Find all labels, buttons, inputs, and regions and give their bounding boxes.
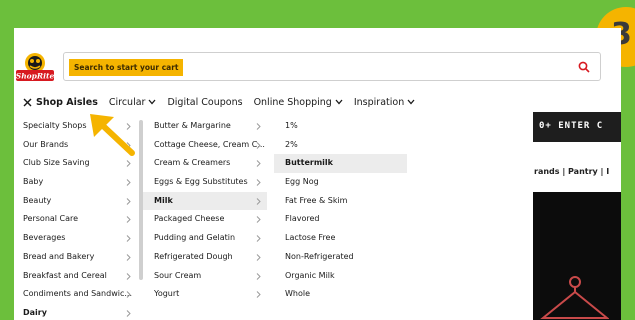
chevron-down-icon bbox=[335, 99, 343, 105]
aisle-item[interactable]: Breakfast and Cereal bbox=[14, 267, 137, 286]
milk-item[interactable]: Flavored bbox=[274, 210, 407, 229]
chevron-right-icon bbox=[126, 216, 131, 224]
dairy-label: Cream & Creamers bbox=[154, 158, 231, 168]
hanger-icon bbox=[540, 276, 609, 319]
main-nav: Shop Aisles Circular Digital Coupons Onl… bbox=[20, 95, 426, 109]
dairy-submenu: Butter & Margarine Cottage Cheese, Cream… bbox=[143, 117, 267, 304]
dairy-item[interactable]: Pudding and Gelatin bbox=[143, 229, 267, 248]
aisle-item[interactable]: Baby bbox=[14, 173, 137, 192]
milk-item[interactable]: Lactose Free bbox=[274, 229, 407, 248]
dairy-label: Packaged Cheese bbox=[154, 214, 225, 224]
aisle-label: Breakfast and Cereal bbox=[23, 270, 107, 280]
nav-label: Online Shopping bbox=[253, 96, 332, 108]
aisle-item-dairy[interactable]: Dairy bbox=[14, 304, 137, 320]
dairy-label: Sour Cream bbox=[154, 270, 202, 280]
nav-shop-aisles[interactable]: Shop Aisles bbox=[20, 97, 98, 108]
milk-item-buttermilk[interactable]: Buttermilk bbox=[274, 154, 407, 174]
dairy-item[interactable]: Sour Cream bbox=[143, 267, 267, 286]
milk-item[interactable]: Fat Free & Skim bbox=[274, 192, 407, 211]
aisle-label: Dairy bbox=[23, 307, 47, 317]
aisle-item[interactable]: Condiments and Sandwic... bbox=[14, 285, 137, 304]
nav-label: Circular bbox=[108, 96, 146, 108]
chevron-right-icon bbox=[126, 235, 131, 242]
svg-text:ShopRite: ShopRite bbox=[16, 72, 54, 81]
promo-area: 0+ ENTER C rands | Pantry | I bbox=[533, 112, 621, 320]
chevron-right-icon bbox=[126, 179, 131, 186]
chevron-right-icon bbox=[126, 310, 131, 317]
chevron-right-icon bbox=[256, 141, 261, 149]
dairy-label: Pudding and Gelatin bbox=[154, 233, 236, 243]
chevron-right-icon bbox=[256, 197, 261, 205]
aisle-label: Our Brands bbox=[23, 139, 69, 149]
aisle-label: Bread and Bakery bbox=[23, 251, 95, 261]
search-icon[interactable] bbox=[578, 61, 590, 73]
search-input[interactable]: Search to start your cart bbox=[69, 59, 184, 76]
aisle-item[interactable]: Personal Care bbox=[14, 210, 137, 229]
chevron-right-icon bbox=[126, 272, 131, 280]
dairy-item[interactable]: Eggs & Egg Substitutes bbox=[143, 173, 267, 192]
aisle-item[interactable]: Beauty bbox=[14, 192, 137, 211]
chevron-right-icon bbox=[256, 235, 261, 242]
chevron-right-icon bbox=[256, 160, 261, 168]
dairy-item[interactable]: Packaged Cheese bbox=[143, 210, 267, 229]
dairy-item[interactable]: Cottage Cheese, Cream C... bbox=[143, 136, 267, 155]
dairy-item-milk[interactable]: Milk bbox=[143, 191, 267, 211]
milk-item[interactable]: 1% bbox=[274, 117, 407, 136]
shoprite-logo[interactable]: ShopRite bbox=[16, 51, 54, 85]
search-bar[interactable]: Search to start your cart bbox=[63, 52, 601, 81]
nav-online-shopping[interactable]: Online Shopping bbox=[254, 97, 343, 108]
milk-item[interactable]: Organic Milk bbox=[274, 267, 407, 286]
nav-label: Digital Coupons bbox=[167, 96, 243, 108]
aisle-label: Specialty Shops bbox=[23, 121, 87, 130]
nav-digital-coupons[interactable]: Digital Coupons bbox=[167, 97, 242, 108]
dairy-item[interactable]: Cream & Creamers bbox=[143, 154, 267, 173]
aisle-label: Beverages bbox=[23, 233, 66, 243]
aisle-item[interactable]: Beverages bbox=[14, 229, 137, 248]
promo-banner-text: 0+ ENTER C bbox=[539, 121, 604, 131]
close-icon[interactable] bbox=[23, 98, 32, 107]
promo-banner[interactable]: 0+ ENTER C bbox=[533, 112, 621, 142]
dairy-label: Butter & Margarine bbox=[154, 121, 231, 130]
aisle-label: Personal Care bbox=[23, 214, 79, 224]
dairy-label: Milk bbox=[154, 195, 173, 205]
aisle-item[interactable]: Bread and Bakery bbox=[14, 248, 137, 267]
chevron-down-icon bbox=[407, 99, 415, 105]
milk-item[interactable]: Whole bbox=[274, 285, 407, 304]
milk-submenu: 1% 2% Buttermilk Egg Nog Fat Free & Skim… bbox=[274, 117, 407, 304]
chevron-right-icon bbox=[126, 160, 131, 168]
nav-label: Shop Aisles bbox=[36, 96, 98, 108]
dairy-label: Cottage Cheese, Cream C... bbox=[154, 139, 265, 149]
chevron-right-icon bbox=[256, 216, 261, 224]
chevron-down-icon bbox=[148, 99, 156, 105]
chevron-right-icon bbox=[256, 272, 261, 280]
chevron-right-icon bbox=[126, 291, 131, 299]
dairy-label: Eggs & Egg Substitutes bbox=[154, 177, 248, 187]
nav-inspiration[interactable]: Inspiration bbox=[354, 97, 415, 108]
dairy-label: Refrigerated Dough bbox=[154, 251, 233, 261]
chevron-right-icon bbox=[256, 123, 261, 130]
chevron-right-icon bbox=[126, 197, 131, 205]
milk-item[interactable]: Egg Nog bbox=[274, 173, 407, 192]
chevron-right-icon bbox=[126, 253, 131, 261]
aisle-label: Condiments and Sandwic... bbox=[23, 289, 132, 299]
chevron-right-icon bbox=[256, 179, 261, 186]
dairy-item[interactable]: Butter & Margarine bbox=[143, 117, 267, 136]
chevron-right-icon bbox=[256, 291, 261, 299]
dairy-item[interactable]: Yogurt bbox=[143, 285, 267, 304]
nav-label: Inspiration bbox=[353, 96, 405, 108]
aisle-label: Beauty bbox=[23, 195, 52, 205]
aisle-label: Club Size Saving bbox=[23, 158, 90, 168]
promo-links[interactable]: rands | Pantry | I bbox=[534, 167, 609, 176]
aisle-label: Baby bbox=[23, 177, 44, 187]
main-panel: ShopRite Search to start your cart Shop … bbox=[14, 28, 621, 320]
chevron-right-icon bbox=[256, 253, 261, 261]
milk-item[interactable]: 2% bbox=[274, 136, 407, 155]
milk-item[interactable]: Non-Refrigerated bbox=[274, 248, 407, 267]
dairy-label: Yogurt bbox=[154, 289, 180, 299]
pointer-arrow-icon bbox=[90, 114, 135, 156]
nav-circular[interactable]: Circular bbox=[109, 97, 157, 108]
dairy-item[interactable]: Refrigerated Dough bbox=[143, 248, 267, 267]
